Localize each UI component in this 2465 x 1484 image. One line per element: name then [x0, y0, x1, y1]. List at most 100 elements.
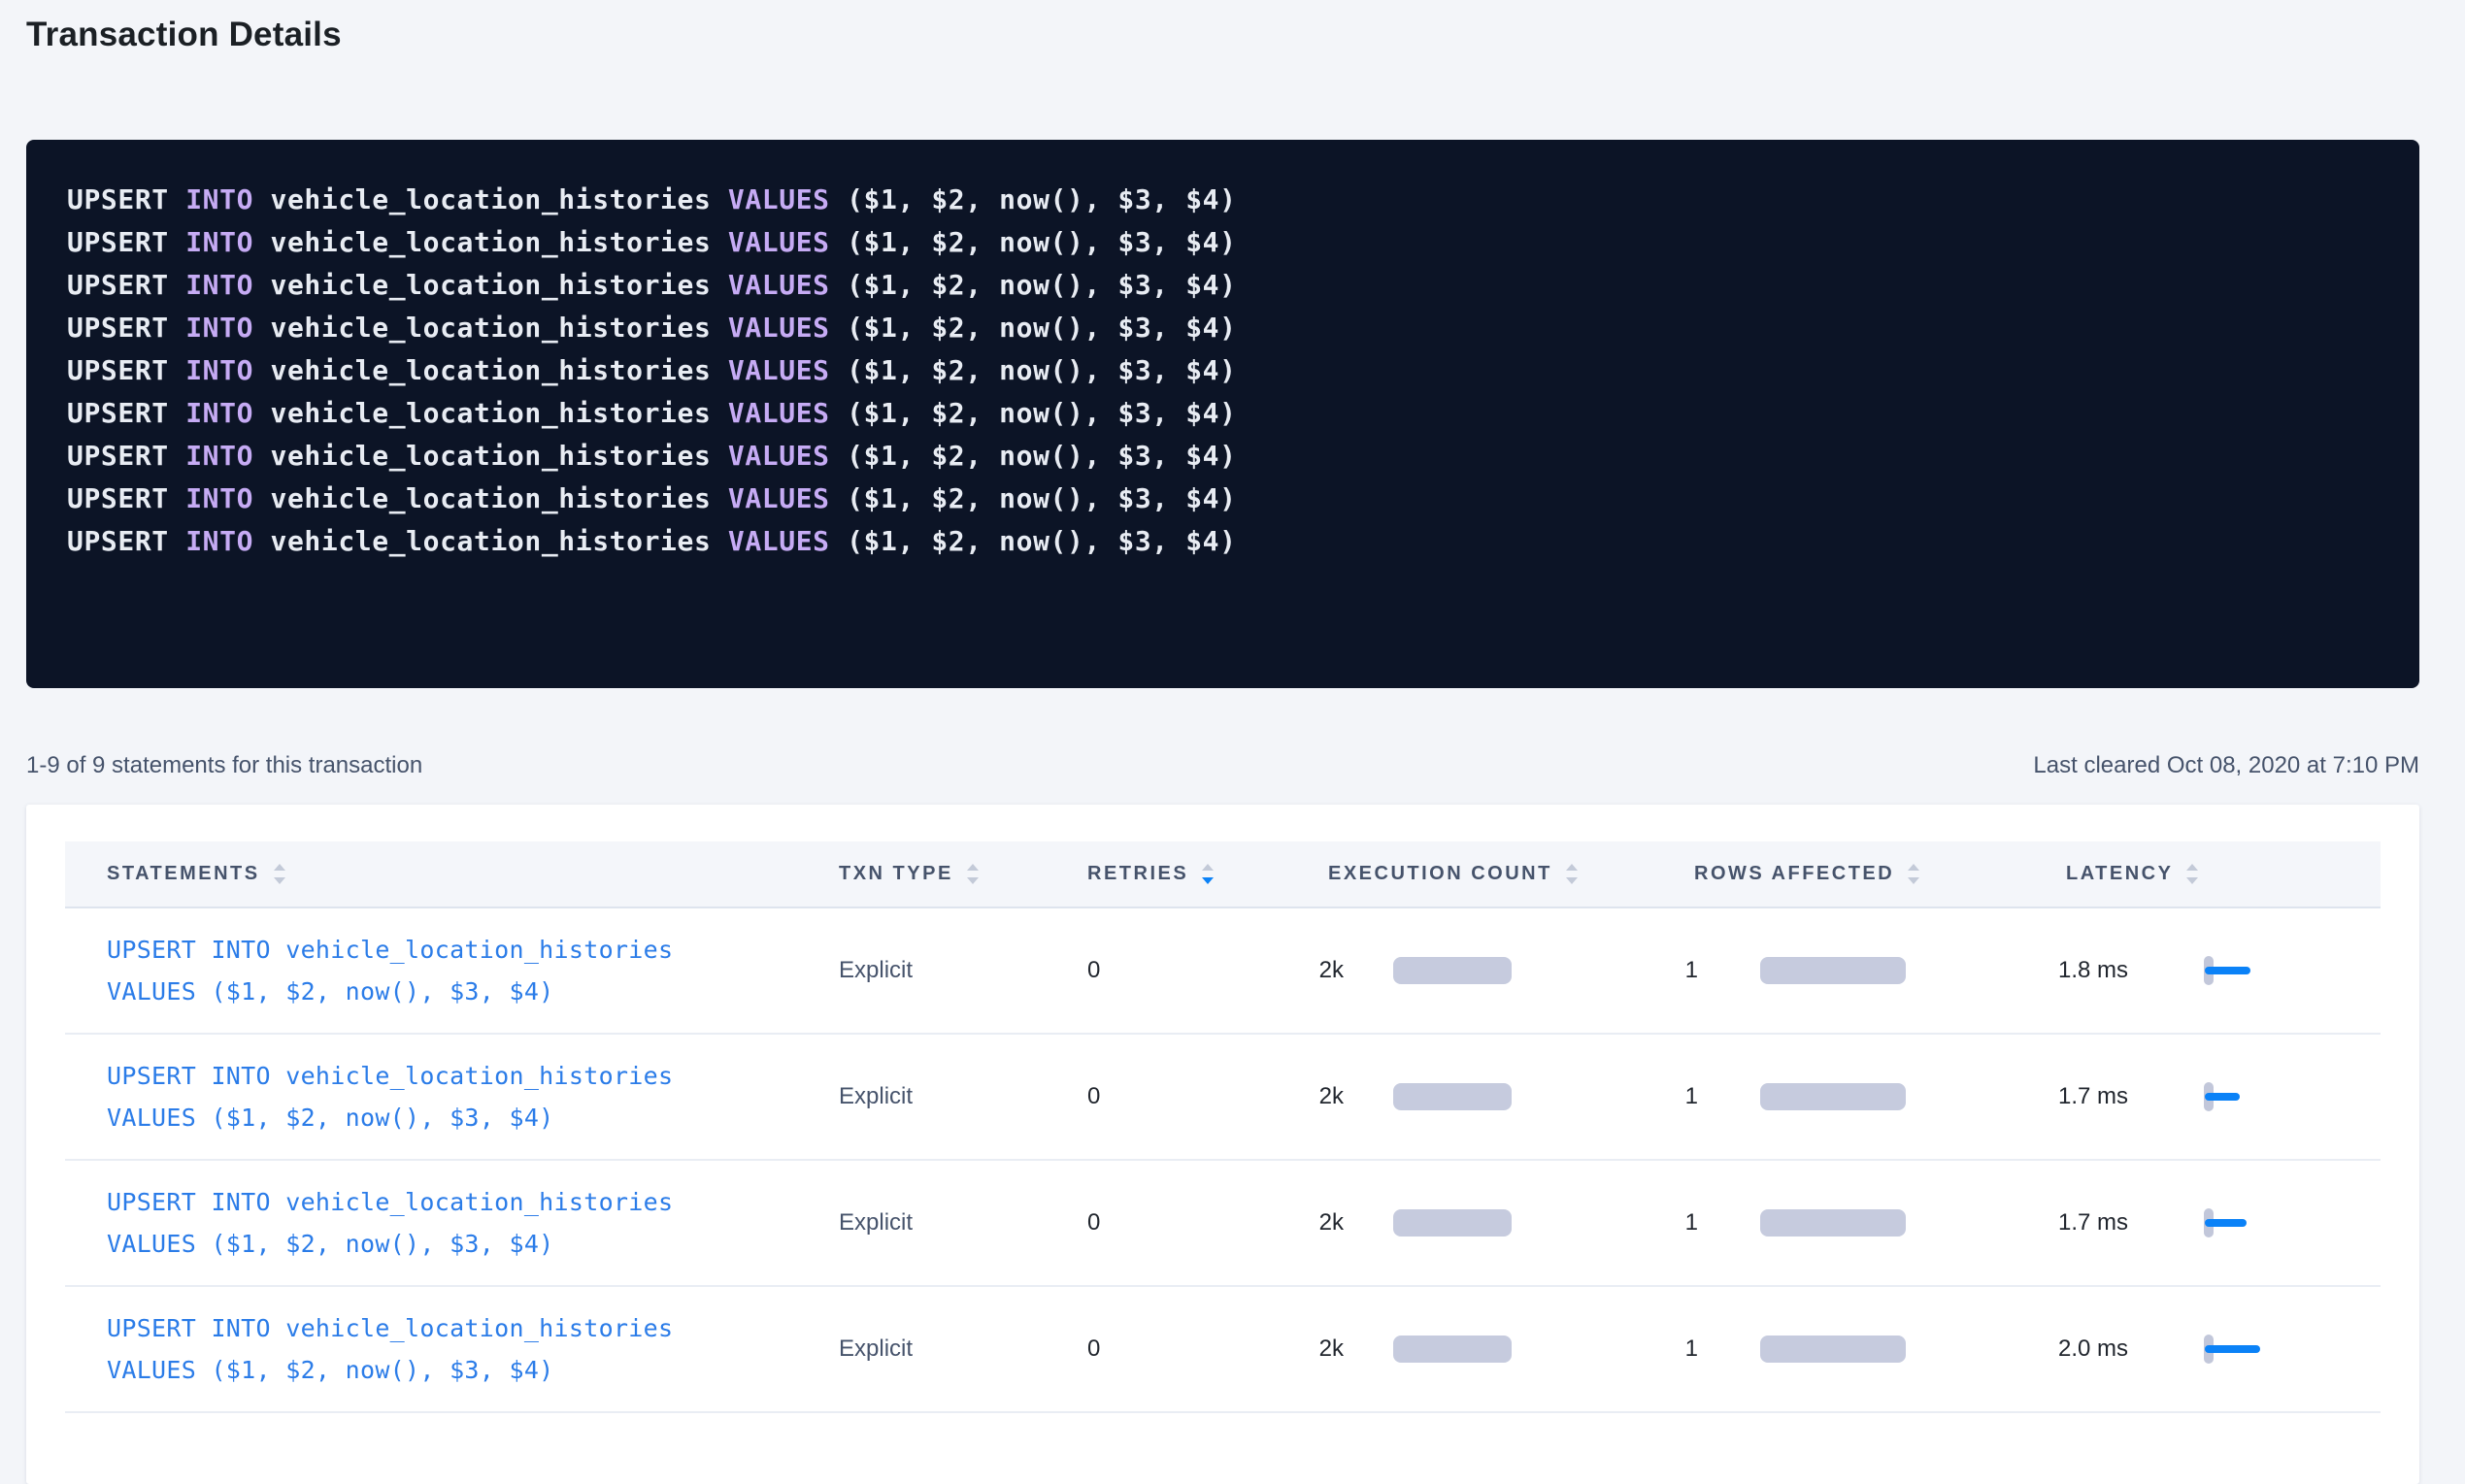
- statement-link[interactable]: UPSERT INTO vehicle_location_histories V…: [107, 1055, 839, 1138]
- sort-ascending-icon[interactable]: [1566, 864, 1578, 871]
- execution-count-value: 2k: [1301, 1083, 1344, 1110]
- statement-line-2: VALUES ($1, $2, now(), $3, $4): [107, 1349, 839, 1391]
- statement-link[interactable]: UPSERT INTO vehicle_location_histories V…: [107, 1307, 839, 1391]
- sql-text: vehicle_location_histories: [253, 183, 728, 215]
- page-title: Transaction Details: [26, 0, 2419, 54]
- table-row: UPSERT INTO vehicle_location_histories V…: [65, 1035, 2381, 1161]
- sql-text: vehicle_location_histories: [253, 354, 728, 386]
- latency-value: 2.0 ms: [2058, 1336, 2204, 1363]
- rows-affected-bar: [1760, 1209, 1906, 1237]
- sql-text: ($1, $2, now(), $3, $4): [830, 312, 1237, 344]
- sql-statement-line: UPSERT INTO vehicle_location_histories V…: [67, 307, 2379, 349]
- sql-keyword: VALUES: [728, 440, 830, 472]
- statement-line-2: VALUES ($1, $2, now(), $3, $4): [107, 1223, 839, 1265]
- sort-descending-icon[interactable]: [1908, 877, 1919, 884]
- sort-ascending-icon[interactable]: [2186, 864, 2198, 871]
- sql-text: ($1, $2, now(), $3, $4): [830, 354, 1237, 386]
- latency-value: 1.7 ms: [2058, 1083, 2204, 1110]
- sql-keyword: VALUES: [728, 183, 830, 215]
- sql-statement-line: UPSERT INTO vehicle_location_histories V…: [67, 435, 2379, 478]
- sql-text: ($1, $2, now(), $3, $4): [830, 269, 1237, 301]
- latency-bar-chart: [2204, 956, 2272, 985]
- sql-text: vehicle_location_histories: [253, 226, 728, 258]
- latency-bar: [2205, 1093, 2240, 1101]
- transaction-sql-box: UPSERT INTO vehicle_location_histories V…: [26, 140, 2419, 688]
- column-header-latency[interactable]: LATENCY: [2034, 863, 2381, 885]
- column-header-execution-count[interactable]: EXECUTION COUNT: [1301, 863, 1655, 885]
- latency-cell: 2.0 ms: [2034, 1335, 2381, 1364]
- sort-ascending-icon[interactable]: [274, 864, 285, 871]
- sql-statement-line: UPSERT INTO vehicle_location_histories V…: [67, 179, 2379, 221]
- column-header-statements[interactable]: STATEMENTS: [65, 863, 839, 885]
- column-header-label: LATENCY: [2066, 863, 2173, 885]
- sort-descending-icon[interactable]: [2186, 877, 2198, 884]
- rows-affected-value: 1: [1655, 957, 1698, 984]
- sort-descending-icon[interactable]: [274, 877, 285, 884]
- sql-text: vehicle_location_histories: [253, 269, 728, 301]
- statement-line-1: UPSERT INTO vehicle_location_histories: [107, 929, 839, 971]
- sql-text: ($1, $2, now(), $3, $4): [830, 525, 1237, 557]
- statement-link[interactable]: UPSERT INTO vehicle_location_histories V…: [107, 1181, 839, 1265]
- sql-text: UPSERT: [67, 354, 185, 386]
- statement-link[interactable]: UPSERT INTO vehicle_location_histories V…: [107, 929, 839, 1012]
- sql-keyword: INTO: [185, 269, 253, 301]
- execution-count-cell: 2k: [1301, 1083, 1655, 1110]
- sort-arrows: [1202, 864, 1214, 884]
- column-header-txn-type[interactable]: TXN TYPE: [839, 863, 1084, 885]
- sql-keyword: VALUES: [728, 354, 830, 386]
- sql-keyword: INTO: [185, 440, 253, 472]
- sql-text: vehicle_location_histories: [253, 525, 728, 557]
- statement-line-1: UPSERT INTO vehicle_location_histories: [107, 1307, 839, 1349]
- sql-keyword: VALUES: [728, 312, 830, 344]
- execution-count-bar: [1393, 1336, 1512, 1363]
- sort-descending-icon[interactable]: [1566, 877, 1578, 884]
- sort-descending-icon[interactable]: [1202, 877, 1214, 884]
- latency-value: 1.7 ms: [2058, 1209, 2204, 1237]
- sql-text: UPSERT: [67, 312, 185, 344]
- execution-count-cell: 2k: [1301, 1209, 1655, 1237]
- txn-type-cell: Explicit: [839, 1209, 1084, 1237]
- table-body: UPSERT INTO vehicle_location_histories V…: [65, 908, 2381, 1413]
- sort-descending-icon[interactable]: [967, 877, 979, 884]
- execution-count-cell: 2k: [1301, 1336, 1655, 1363]
- sort-arrows: [967, 864, 979, 884]
- rows-affected-bar: [1760, 1083, 1906, 1110]
- sql-keyword: VALUES: [728, 397, 830, 429]
- sql-text: vehicle_location_histories: [253, 440, 728, 472]
- rows-affected-value: 1: [1655, 1083, 1698, 1110]
- sql-text: ($1, $2, now(), $3, $4): [830, 440, 1237, 472]
- execution-count-bar: [1393, 957, 1512, 984]
- rows-affected-bar: [1760, 957, 1906, 984]
- latency-bar-chart: [2204, 1208, 2272, 1237]
- sql-keyword: INTO: [185, 312, 253, 344]
- sql-statement-line: UPSERT INTO vehicle_location_histories V…: [67, 392, 2379, 435]
- rows-affected-value: 1: [1655, 1336, 1698, 1363]
- statements-count-label: 1-9 of 9 statements for this transaction: [26, 752, 422, 779]
- column-header-label: STATEMENTS: [107, 863, 260, 885]
- sql-statement-line: UPSERT INTO vehicle_location_histories V…: [67, 478, 2379, 520]
- sort-ascending-icon[interactable]: [967, 864, 979, 871]
- sql-keyword: INTO: [185, 397, 253, 429]
- execution-count-bar: [1393, 1209, 1512, 1237]
- column-header-label: RETRIES: [1087, 863, 1188, 885]
- latency-bar: [2205, 967, 2250, 974]
- column-header-retries[interactable]: RETRIES: [1084, 863, 1301, 885]
- sql-text: UPSERT: [67, 269, 185, 301]
- sort-arrows: [1566, 864, 1578, 884]
- sql-text: UPSERT: [67, 440, 185, 472]
- column-header-rows-affected[interactable]: ROWS AFFECTED: [1655, 863, 2034, 885]
- sort-arrows: [2186, 864, 2198, 884]
- sql-text: ($1, $2, now(), $3, $4): [830, 482, 1237, 514]
- sort-ascending-icon[interactable]: [1202, 864, 1214, 871]
- sql-text: ($1, $2, now(), $3, $4): [830, 397, 1237, 429]
- sql-keyword: VALUES: [728, 525, 830, 557]
- latency-cell: 1.8 ms: [2034, 956, 2381, 985]
- table-row: UPSERT INTO vehicle_location_histories V…: [65, 908, 2381, 1035]
- statement-cell: UPSERT INTO vehicle_location_histories V…: [65, 1181, 839, 1265]
- sql-statement-line: UPSERT INTO vehicle_location_histories V…: [67, 349, 2379, 392]
- sql-statement-line: UPSERT INTO vehicle_location_histories V…: [67, 221, 2379, 264]
- table-row: UPSERT INTO vehicle_location_histories V…: [65, 1287, 2381, 1413]
- sort-ascending-icon[interactable]: [1908, 864, 1919, 871]
- rows-affected-cell: 1: [1655, 1083, 2034, 1110]
- latency-value: 1.8 ms: [2058, 957, 2204, 984]
